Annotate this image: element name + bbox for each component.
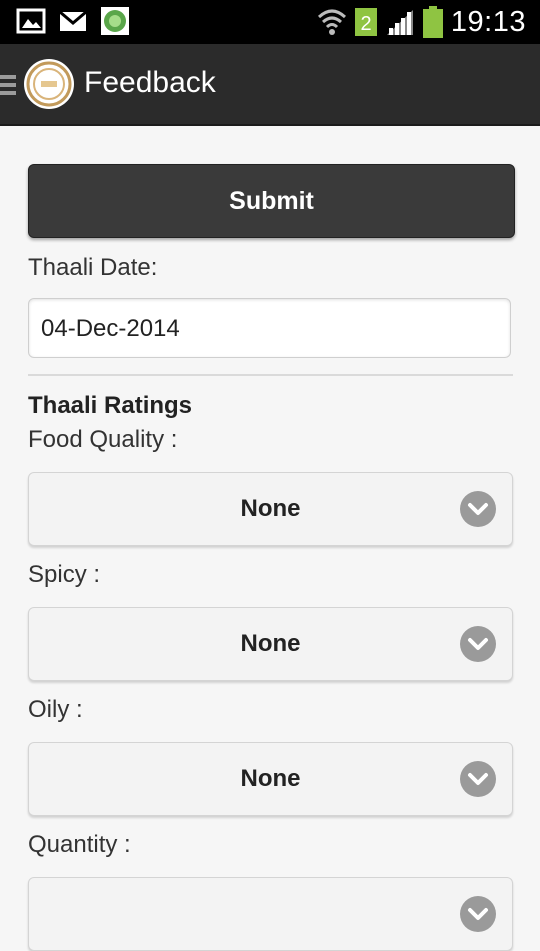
oily-select[interactable]: None: [28, 742, 513, 816]
notification-icons: [16, 7, 130, 35]
spicy-select[interactable]: None: [28, 607, 513, 681]
battery-icon: [422, 6, 443, 38]
oily-value: None: [240, 765, 301, 792]
ratings-section-title: Thaali Ratings: [28, 392, 193, 419]
spicy-label: Spicy :: [28, 561, 101, 588]
status-bar: 2 19:13: [0, 0, 540, 44]
app-notification-icon: [101, 7, 129, 35]
gallery-icon: [16, 8, 46, 34]
thaali-date-field[interactable]: 04-Dec-2014: [28, 298, 511, 358]
food-quality-select[interactable]: None: [28, 472, 513, 546]
chevron-down-icon: [460, 896, 496, 932]
action-bar: Feedback: [0, 44, 540, 126]
chevron-down-icon: [460, 626, 496, 662]
wifi-icon: [317, 9, 346, 35]
divider: [28, 374, 513, 376]
thaali-date-label: Thaali Date:: [28, 254, 158, 281]
system-indicators: 2 19:13: [317, 6, 526, 38]
app-logo[interactable]: [24, 59, 74, 109]
clock: 19:13: [450, 5, 526, 38]
food-quality-value: None: [240, 495, 301, 522]
spicy-value: None: [240, 630, 301, 657]
signal-icon: [386, 10, 413, 35]
chevron-down-icon: [460, 491, 496, 527]
submit-button[interactable]: Submit: [28, 164, 515, 238]
chevron-down-icon: [460, 761, 496, 797]
quantity-label: Quantity :: [28, 831, 131, 858]
menu-icon[interactable]: [0, 74, 18, 96]
quantity-select[interactable]: [28, 877, 513, 951]
gmail-icon: [59, 10, 87, 31]
page-title: Feedback: [84, 66, 216, 99]
oily-label: Oily :: [28, 696, 83, 723]
food-quality-label: Food Quality :: [28, 426, 178, 453]
notification-count-badge: 2: [354, 8, 377, 36]
svg-text:2: 2: [360, 13, 371, 35]
